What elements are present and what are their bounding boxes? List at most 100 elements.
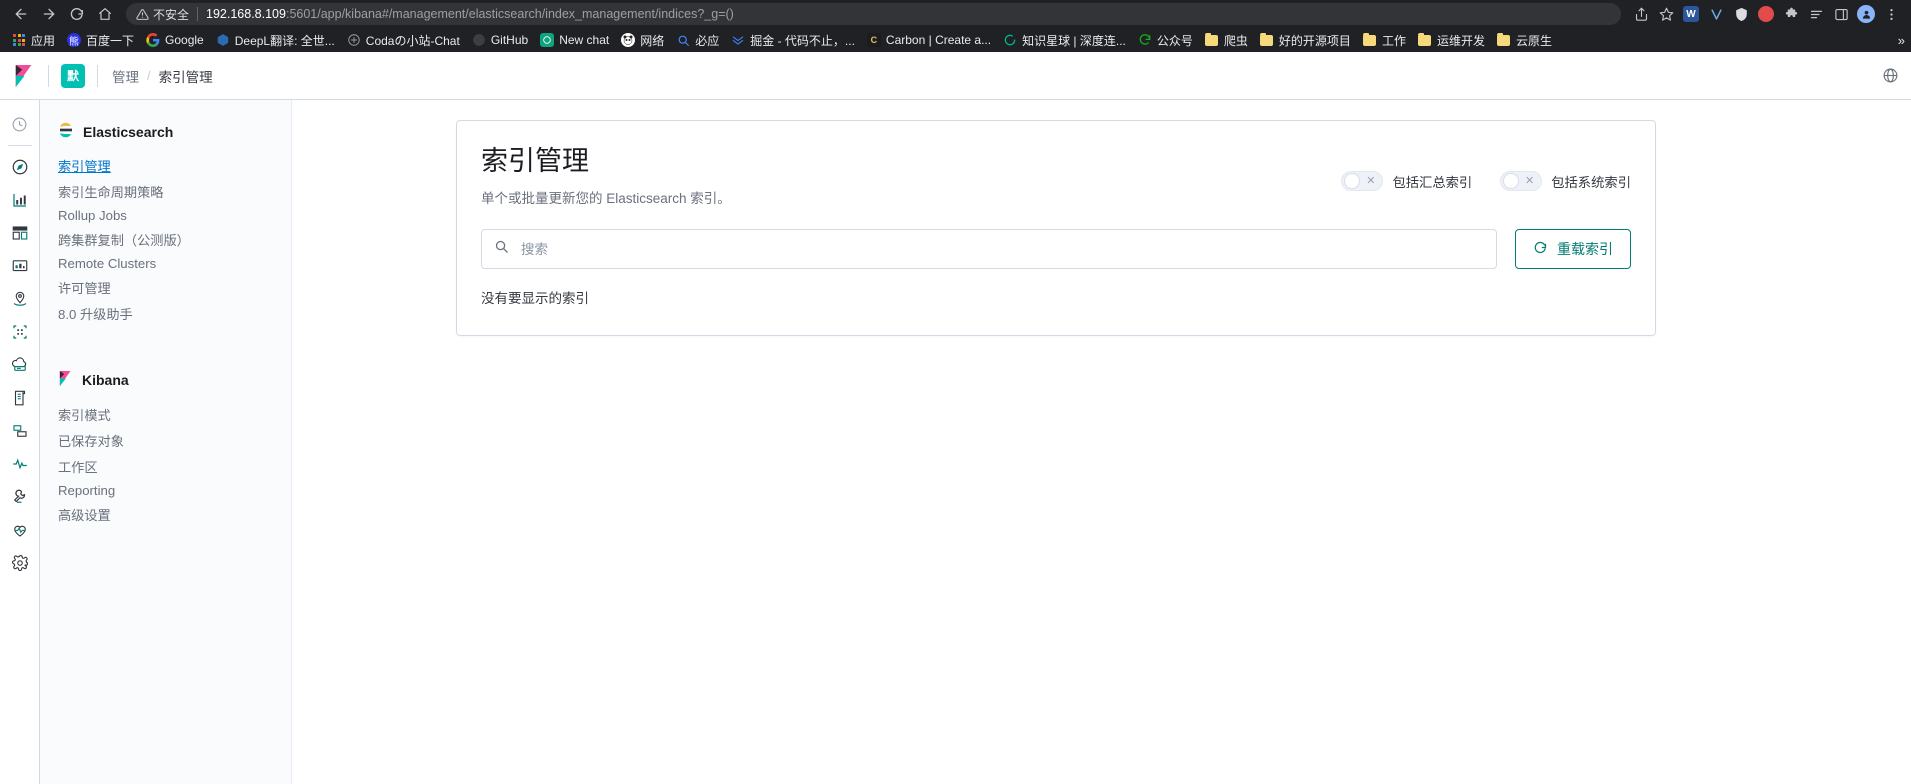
extension-list-icon[interactable] bbox=[1804, 2, 1828, 26]
sidebar-item-cross-cluster-replication[interactable]: 跨集群复制（公测版） bbox=[40, 226, 291, 252]
bookmark-google[interactable]: Google bbox=[140, 31, 210, 49]
sidebar-item-advanced-settings[interactable]: 高级设置 bbox=[40, 501, 291, 527]
sidebar-item-index-lifecycle-policies[interactable]: 索引生命周期策略 bbox=[40, 178, 291, 204]
management-gear-icon[interactable] bbox=[0, 546, 39, 579]
folder-icon bbox=[1205, 33, 1219, 47]
recently-viewed-icon[interactable] bbox=[0, 108, 39, 141]
logs-icon[interactable] bbox=[0, 381, 39, 414]
help-globe-icon[interactable] bbox=[1882, 67, 1899, 84]
sidebar-item-spaces[interactable]: 工作区 bbox=[40, 453, 291, 479]
bookmark-label: 好的开源项目 bbox=[1278, 33, 1351, 48]
bookmark-carbon[interactable]: C Carbon | Create a... bbox=[861, 31, 997, 49]
kibana-body: Elasticsearch 索引管理 索引生命周期策略 Rollup Jobs … bbox=[0, 100, 1911, 784]
switch-track[interactable]: ✕ bbox=[1341, 171, 1384, 191]
uptime-icon[interactable] bbox=[0, 447, 39, 480]
breadcrumb-index-management[interactable]: 索引管理 bbox=[159, 66, 213, 86]
bookmarks-overflow-icon[interactable]: » bbox=[1898, 33, 1905, 48]
bookmark-github[interactable]: GitHub bbox=[466, 31, 534, 49]
zsxq-icon bbox=[1003, 33, 1017, 47]
bookmark-wangluo[interactable]: 网络 bbox=[615, 30, 670, 51]
extension-v-icon[interactable] bbox=[1704, 2, 1728, 26]
bookmark-folder-work[interactable]: 工作 bbox=[1357, 30, 1412, 51]
extension-word-icon[interactable]: W bbox=[1679, 2, 1703, 26]
kibana-app: 默 管理 / 索引管理 Elasticsearch 索引管理 索引生命周期策略 … bbox=[0, 52, 1911, 784]
toggle-include-system-indices[interactable]: ✕ 包括系统索引 bbox=[1500, 171, 1631, 191]
bookmark-label: 应用 bbox=[31, 33, 56, 48]
sidebar-item-index-patterns[interactable]: 索引模式 bbox=[40, 401, 291, 427]
address-bar[interactable]: 不安全 192.168.8.109:5601/app/kibana#/manag… bbox=[126, 3, 1621, 25]
side-panel-icon[interactable] bbox=[1829, 2, 1853, 26]
profile-avatar[interactable] bbox=[1854, 2, 1878, 26]
monitoring-icon[interactable] bbox=[0, 513, 39, 546]
breadcrumb-separator: / bbox=[147, 68, 151, 83]
sidebar-item-reporting[interactable]: Reporting bbox=[40, 479, 291, 501]
apm-icon[interactable] bbox=[0, 414, 39, 447]
switch-off-mark: ✕ bbox=[1366, 174, 1376, 187]
bookmark-folder-opensource[interactable]: 好的开源项目 bbox=[1254, 30, 1357, 51]
share-icon[interactable] bbox=[1629, 2, 1653, 26]
sidebar-item-rollup-jobs[interactable]: Rollup Jobs bbox=[40, 204, 291, 226]
search-box[interactable] bbox=[481, 229, 1497, 270]
infrastructure-icon[interactable] bbox=[0, 348, 39, 381]
extension-puzzle-icon[interactable] bbox=[1779, 2, 1803, 26]
dev-tools-icon[interactable] bbox=[0, 480, 39, 513]
reload-indices-button[interactable]: 重载索引 bbox=[1515, 229, 1631, 270]
bookmark-folder-pachong[interactable]: 爬虫 bbox=[1199, 30, 1254, 51]
bookmark-zsxq[interactable]: 知识星球 | 深度连... bbox=[997, 30, 1132, 51]
bookmark-folder-devops[interactable]: 运维开发 bbox=[1412, 30, 1491, 51]
bookmark-star-icon[interactable] bbox=[1654, 2, 1678, 26]
panda-icon bbox=[621, 33, 636, 47]
bookmark-label: Google bbox=[165, 33, 204, 47]
visualize-icon[interactable] bbox=[0, 183, 39, 216]
maps-icon[interactable] bbox=[0, 282, 39, 315]
sidebar-group-elasticsearch: Elasticsearch bbox=[40, 122, 291, 141]
search-input[interactable] bbox=[519, 240, 1484, 258]
sidebar-item-saved-objects[interactable]: 已保存对象 bbox=[40, 427, 291, 453]
controls-row: 重载索引 bbox=[481, 229, 1631, 270]
empty-state-message: 没有要显示的索引 bbox=[481, 291, 589, 307]
chrome-menu-icon[interactable] bbox=[1879, 2, 1903, 26]
breadcrumb-management[interactable]: 管理 bbox=[112, 66, 139, 86]
sidebar-group-kibana: Kibana bbox=[40, 370, 291, 390]
apps-grid-icon bbox=[12, 33, 26, 47]
deepl-icon bbox=[216, 33, 230, 47]
forward-icon[interactable] bbox=[36, 2, 62, 26]
openai-icon bbox=[347, 33, 361, 47]
switch-knob bbox=[1344, 173, 1361, 189]
dashboard-icon[interactable] bbox=[0, 216, 39, 249]
discover-icon[interactable] bbox=[0, 150, 39, 183]
bookmark-label: 知识星球 | 深度连... bbox=[1022, 33, 1126, 48]
bookmark-wechat-mp[interactable]: 公众号 bbox=[1132, 30, 1199, 51]
bookmark-label: 必应 bbox=[695, 33, 720, 48]
bookmark-apps[interactable]: 应用 bbox=[6, 30, 61, 51]
machine-learning-icon[interactable] bbox=[0, 315, 39, 348]
bookmark-new-chat[interactable]: New chat bbox=[534, 31, 615, 49]
reload-icon[interactable] bbox=[64, 2, 90, 26]
extension-shield-icon[interactable] bbox=[1729, 2, 1753, 26]
bookmark-juejin[interactable]: 掘金 - 代码不止，... bbox=[725, 30, 861, 51]
sidebar-item-index-management[interactable]: 索引管理 bbox=[40, 152, 291, 178]
toggle-include-rollup-indices[interactable]: ✕ 包括汇总索引 bbox=[1341, 171, 1472, 191]
panel-header: 索引管理 单个或批量更新您的 Elasticsearch 索引。 ✕ 包括汇总索… bbox=[481, 145, 1631, 207]
bookmark-folder-cloudnative[interactable]: 云原生 bbox=[1491, 30, 1558, 51]
refresh-icon bbox=[1533, 240, 1548, 258]
space-badge[interactable]: 默 bbox=[61, 63, 85, 88]
omnibox-divider bbox=[197, 7, 199, 21]
sidebar-item-remote-clusters[interactable]: Remote Clusters bbox=[40, 252, 291, 274]
back-icon[interactable] bbox=[8, 2, 34, 26]
bookmark-deepl[interactable]: DeepL翻译: 全世... bbox=[210, 30, 341, 51]
canvas-icon[interactable] bbox=[0, 249, 39, 282]
bookmark-bing[interactable]: 必应 bbox=[670, 30, 725, 51]
extension-record-icon[interactable] bbox=[1754, 2, 1778, 26]
home-icon[interactable] bbox=[92, 2, 118, 26]
security-status-label: 不安全 bbox=[153, 7, 190, 22]
switch-track[interactable]: ✕ bbox=[1500, 171, 1543, 191]
breadcrumb: 管理 / 索引管理 bbox=[112, 66, 213, 86]
bookmark-label: 工作 bbox=[1381, 33, 1406, 48]
kibana-logo-icon[interactable] bbox=[0, 52, 48, 100]
github-icon bbox=[472, 33, 486, 47]
sidebar-item-upgrade-assistant[interactable]: 8.0 升级助手 bbox=[40, 300, 291, 326]
bookmark-coda-chat[interactable]: Codaの小站-Chat bbox=[341, 30, 466, 51]
sidebar-item-license-management[interactable]: 许可管理 bbox=[40, 274, 291, 300]
bookmark-baidu[interactable]: 熊 百度一下 bbox=[61, 30, 140, 51]
